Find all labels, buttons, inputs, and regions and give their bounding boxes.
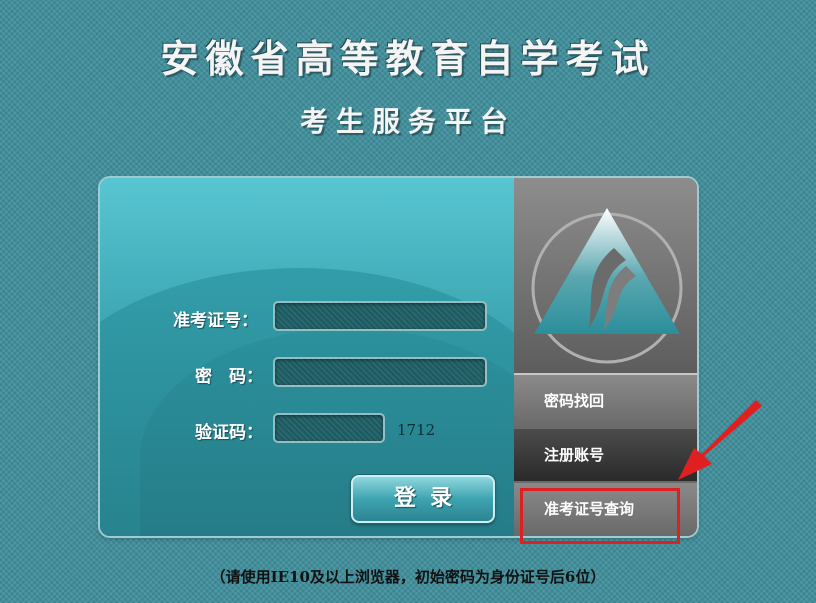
page-title: 安徽省高等教育自学考试	[160, 36, 656, 81]
password-label: 密 码：	[195, 367, 263, 387]
password-input[interactable]	[273, 357, 487, 387]
annotation-arrow-icon	[678, 400, 762, 480]
login-form-area: 准考证号： 密 码： 验证码： 1712 登录	[100, 178, 560, 536]
login-button[interactable]: 登录	[351, 475, 495, 523]
login-panel: 准考证号： 密 码： 验证码： 1712 登录 密码找回 注册账号 准考证号查询	[100, 178, 697, 536]
exam-id-label: 准考证号：	[173, 311, 258, 331]
captcha-input[interactable]	[273, 413, 385, 443]
captcha-code[interactable]: 1712	[397, 421, 435, 439]
exam-id-input[interactable]	[273, 301, 487, 331]
highlight-box	[520, 488, 680, 544]
page-subtitle: 考生服务平台	[299, 105, 516, 138]
triangle-logo-icon	[531, 208, 683, 364]
logo-area	[514, 178, 697, 375]
browser-notice: （请使用IE10及以上浏览器，初始密码为身份证号后6位）	[210, 568, 606, 586]
captcha-label: 验证码：	[195, 423, 263, 443]
